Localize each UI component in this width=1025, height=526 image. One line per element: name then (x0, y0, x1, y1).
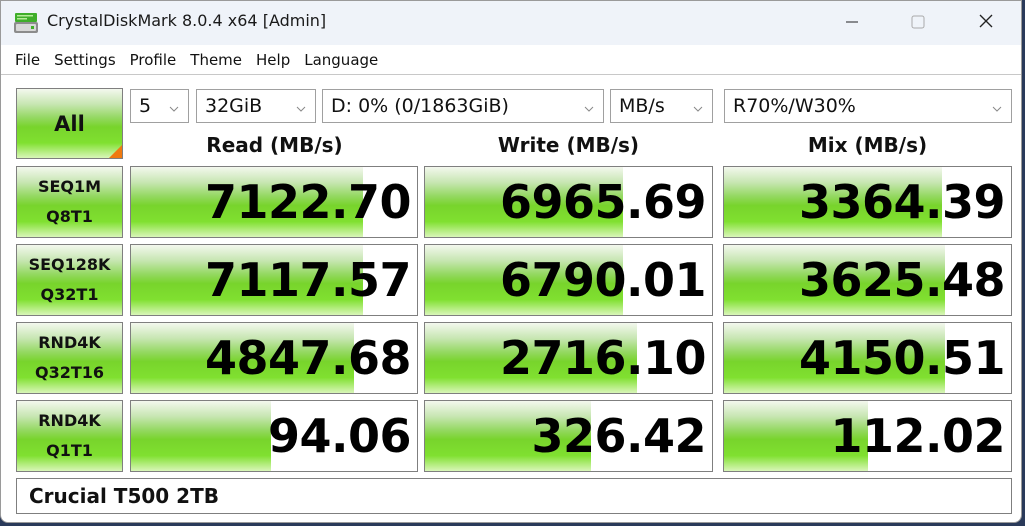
result-value: 6965.69 (499, 175, 707, 229)
minimize-button[interactable] (821, 1, 883, 45)
run-all-label: All (54, 111, 85, 136)
close-icon (978, 13, 994, 33)
result-value: 6790.01 (499, 253, 707, 307)
result-bar (131, 401, 272, 471)
chevron-down-icon (692, 98, 704, 112)
result-cell-read: 7117.57 (130, 244, 418, 316)
result-cell-mix: 3625.48 (723, 244, 1012, 316)
result-value: 326.42 (531, 409, 706, 463)
mix-ratio-value: R70%/W30% (733, 95, 856, 117)
test-name: RND4K (38, 333, 101, 352)
test-count-value: 5 (139, 95, 152, 117)
menu-help[interactable]: Help (256, 51, 300, 69)
test-button-seq1m-q8t1[interactable]: SEQ1M Q8T1 (16, 166, 123, 238)
result-value: 94.06 (267, 409, 412, 463)
test-name: SEQ1M (37, 177, 102, 196)
result-cell-mix: 4150.51 (723, 322, 1012, 394)
result-value: 3625.48 (798, 253, 1006, 307)
test-params: Q1T1 (46, 441, 93, 460)
maximize-icon (911, 14, 925, 33)
window-title: CrystalDiskMark 8.0.4 x64 [Admin] (47, 11, 327, 30)
result-cell-read: 94.06 (130, 400, 418, 472)
result-value: 7117.57 (204, 253, 412, 307)
menu-file[interactable]: File (15, 51, 50, 69)
result-cell-write: 2716.10 (424, 322, 713, 394)
result-value: 4150.51 (798, 331, 1006, 385)
disk-drive-icon (13, 12, 39, 34)
test-button-rnd4k-q32t16[interactable]: RND4K Q32T16 (16, 322, 123, 394)
menu-language[interactable]: Language (304, 51, 388, 69)
result-cell-read: 7122.70 (130, 166, 418, 238)
menu-settings[interactable]: Settings (54, 51, 126, 69)
app-window: CrystalDiskMark 8.0.4 x64 [Admin] File S… (0, 0, 1022, 523)
comment-text: Crucial T500 2TB (29, 484, 219, 508)
read-header: Read (MB/s) (206, 133, 343, 157)
result-cell-mix: 112.02 (723, 400, 1012, 472)
comment-field[interactable]: Crucial T500 2TB (16, 478, 1012, 514)
write-header: Write (MB/s) (497, 133, 640, 157)
close-button[interactable] (955, 1, 1017, 45)
test-params: Q32T1 (40, 285, 99, 304)
corner-marker (109, 145, 122, 158)
test-button-rnd4k-q1t1[interactable]: RND4K Q1T1 (16, 400, 123, 472)
result-value: 112.02 (830, 409, 1005, 463)
run-all-button[interactable]: All (16, 88, 123, 159)
unit-select[interactable]: MB/s (610, 89, 713, 123)
test-name: SEQ128K (28, 255, 111, 274)
result-value: 4847.68 (204, 331, 412, 385)
test-size-select[interactable]: 32GiB (196, 89, 316, 123)
maximize-button[interactable] (887, 1, 949, 45)
title-bar[interactable]: CrystalDiskMark 8.0.4 x64 [Admin] (1, 1, 1021, 45)
test-size-value: 32GiB (205, 95, 263, 117)
chevron-down-icon (168, 98, 180, 112)
test-count-select[interactable]: 5 (130, 89, 189, 123)
chevron-down-icon (295, 98, 307, 112)
result-value: 2716.10 (499, 331, 707, 385)
result-value: 7122.70 (204, 175, 412, 229)
mix-ratio-select[interactable]: R70%/W30% (724, 89, 1012, 123)
menu-theme[interactable]: Theme (190, 51, 252, 69)
result-cell-mix: 3364.39 (723, 166, 1012, 238)
chevron-down-icon (583, 98, 595, 112)
test-params: Q32T16 (34, 363, 105, 382)
unit-value: MB/s (619, 95, 665, 117)
chevron-down-icon (991, 98, 1003, 112)
mix-header: Mix (MB/s) (807, 133, 928, 157)
result-cell-write: 6965.69 (424, 166, 713, 238)
result-cell-read: 4847.68 (130, 322, 418, 394)
test-params: Q8T1 (46, 207, 93, 226)
benchmark-panel: All 5 32GiB D: 0% (0/1863GiB) MB/s R70%/… (1, 75, 1021, 522)
minimize-icon (845, 14, 859, 33)
test-name: RND4K (38, 411, 101, 430)
result-cell-write: 6790.01 (424, 244, 713, 316)
test-button-seq128k-q32t1[interactable]: SEQ128K Q32T1 (16, 244, 123, 316)
menu-profile[interactable]: Profile (130, 51, 187, 69)
result-cell-write: 326.42 (424, 400, 713, 472)
drive-value: D: 0% (0/1863GiB) (331, 95, 509, 117)
drive-select[interactable]: D: 0% (0/1863GiB) (322, 89, 604, 123)
result-value: 3364.39 (798, 175, 1006, 229)
menu-bar: File Settings Profile Theme Help Languag… (1, 45, 1021, 75)
